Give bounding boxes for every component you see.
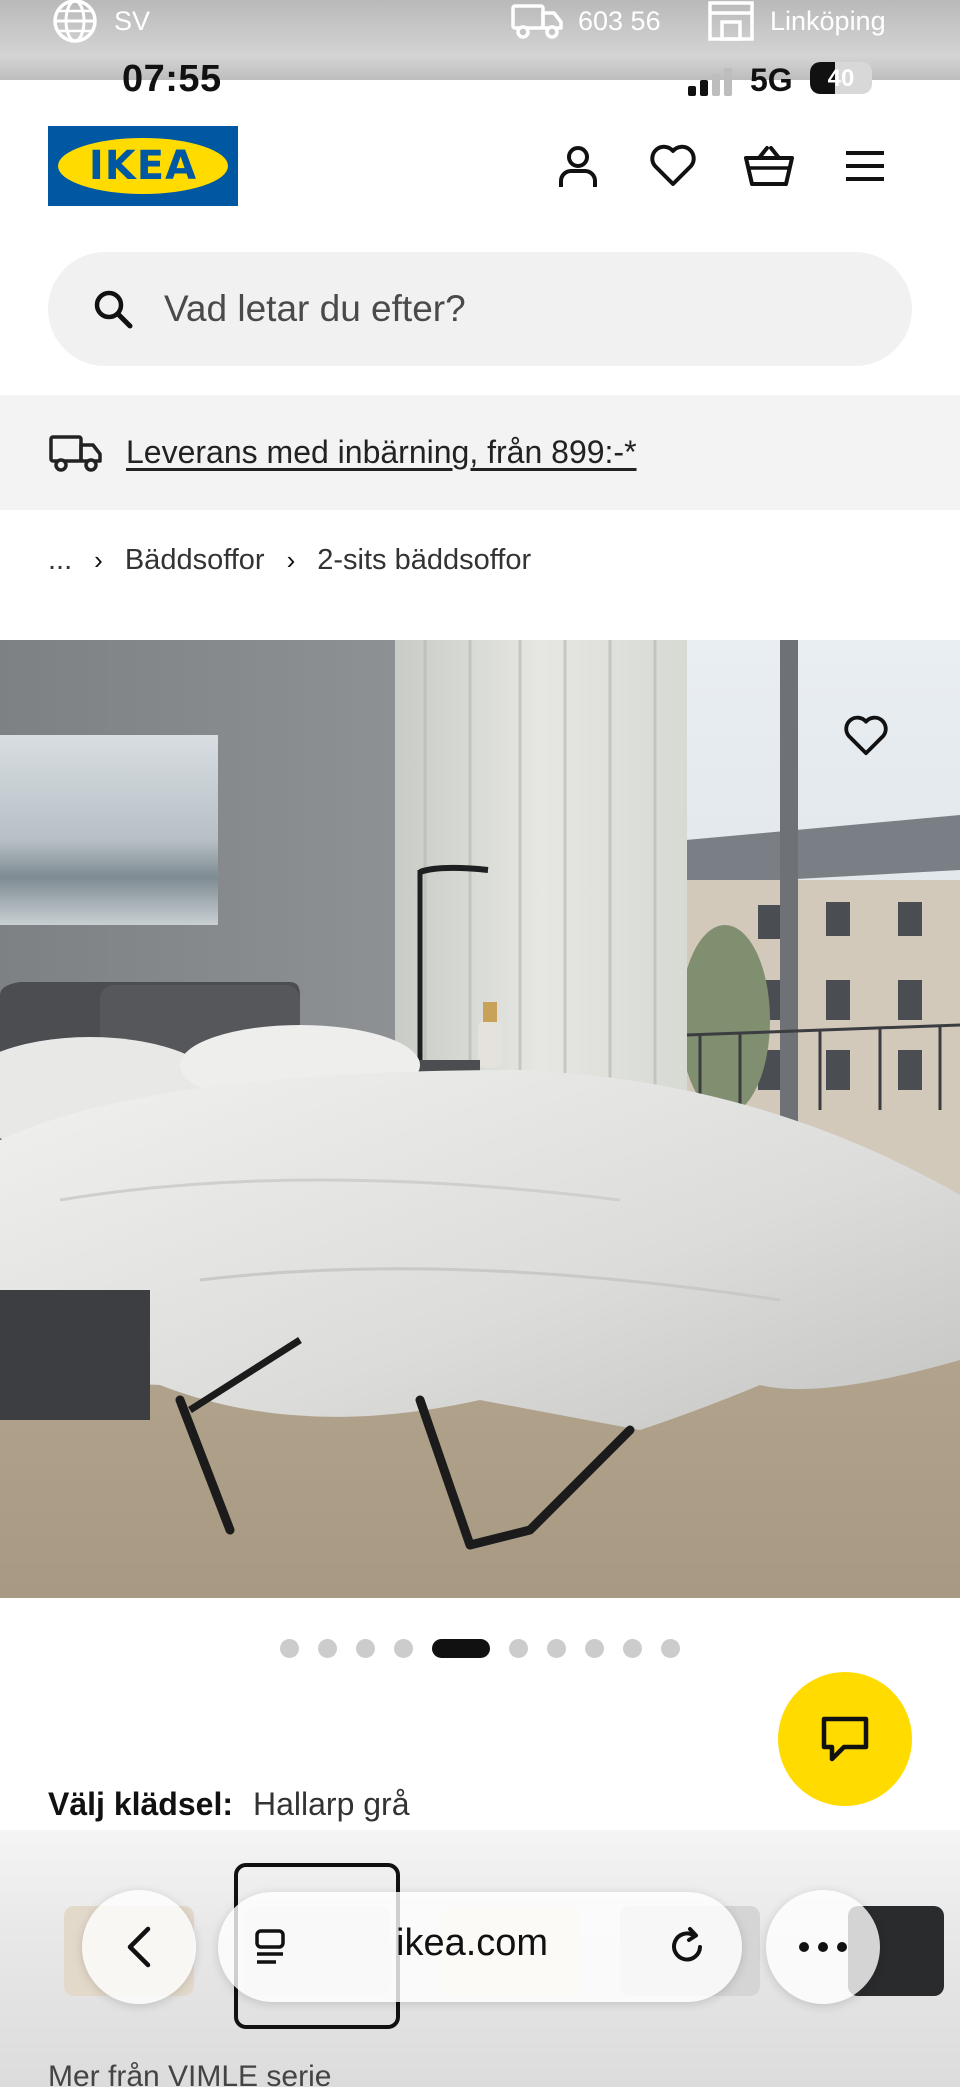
more-series-heading: Mer från VIMLE serie xyxy=(48,2060,332,2087)
browser-more-button[interactable] xyxy=(766,1890,880,2004)
carousel-dot[interactable] xyxy=(318,1638,337,1658)
user-icon xyxy=(559,146,597,187)
status-time: 07:55 xyxy=(122,58,222,100)
chevron-left-icon xyxy=(127,1926,151,1968)
search-icon xyxy=(94,290,133,329)
fabric-selection: Välj klädsel: Hallarp grå xyxy=(48,1786,410,1823)
carousel-dot[interactable] xyxy=(394,1638,413,1658)
delivery-link[interactable]: Leverans med inbärning, från 899:-* xyxy=(126,434,637,471)
signal-strength-icon xyxy=(688,66,736,96)
battery-icon: 40 xyxy=(810,62,872,94)
store-name: Linköping xyxy=(770,5,886,36)
cart-button[interactable] xyxy=(739,136,799,196)
carousel-dot-active[interactable] xyxy=(432,1638,490,1658)
carousel-dot[interactable] xyxy=(547,1638,566,1658)
battery-percent: 40 xyxy=(827,65,855,92)
postal-code-selector[interactable]: 603 56 xyxy=(510,0,661,42)
product-image[interactable] xyxy=(0,640,960,1598)
chevron-right-icon: › xyxy=(94,544,103,575)
logo-text: IKEA xyxy=(88,143,198,189)
search-bar[interactable]: Vad letar du efter? xyxy=(48,252,912,366)
carousel-dot[interactable] xyxy=(623,1638,642,1658)
carousel-dot[interactable] xyxy=(280,1638,299,1658)
heart-icon xyxy=(844,715,888,756)
heart-icon xyxy=(650,144,696,186)
breadcrumb-item-2-seat-sofa-beds[interactable]: 2-sits bäddsoffor xyxy=(317,544,531,577)
carousel-dot[interactable] xyxy=(509,1638,528,1658)
fabric-label: Välj klädsel: xyxy=(48,1786,233,1822)
chat-icon xyxy=(821,1716,869,1762)
tabs-icon xyxy=(255,1929,285,1964)
browser-address-bar[interactable]: ikea.com xyxy=(218,1892,742,2002)
sofa-bed-photo xyxy=(0,640,960,1598)
truck-icon xyxy=(511,4,563,39)
breadcrumb: ... › Bäddsoffor › 2-sits bäddsoffor xyxy=(48,540,531,580)
basket-icon xyxy=(744,146,794,186)
language-selector[interactable]: SV xyxy=(50,0,151,43)
search-input[interactable]: Vad letar du efter? xyxy=(164,288,466,330)
reload-icon[interactable] xyxy=(666,1926,708,1968)
globe-icon xyxy=(53,0,97,43)
browser-url-text[interactable]: ikea.com xyxy=(396,1922,548,1965)
network-type: 5G xyxy=(750,62,793,98)
ikea-logo[interactable]: IKEA xyxy=(48,126,238,206)
menu-icon xyxy=(846,151,884,181)
store-icon xyxy=(708,1,754,41)
carousel-dot[interactable] xyxy=(356,1638,375,1658)
browser-back-button[interactable] xyxy=(82,1890,196,2004)
delivery-banner[interactable]: Leverans med inbärning, från 899:-* xyxy=(0,395,960,510)
account-button[interactable] xyxy=(548,136,608,196)
status-bar: 07:55 5G 40 xyxy=(0,52,960,104)
favourites-button[interactable] xyxy=(643,136,703,196)
carousel-dot[interactable] xyxy=(661,1638,680,1658)
delivery-truck-icon xyxy=(49,434,102,472)
more-horizontal-icon xyxy=(799,1942,847,1952)
store-selector[interactable]: Linköping xyxy=(706,0,886,42)
carousel-dot[interactable] xyxy=(585,1638,604,1658)
chevron-right-icon: › xyxy=(286,544,296,575)
breadcrumb-ellipsis[interactable]: ... xyxy=(48,544,72,577)
postal-code: 603 56 xyxy=(578,5,661,36)
breadcrumb-item-sofa-beds[interactable]: Bäddsoffor xyxy=(125,544,265,577)
menu-button[interactable] xyxy=(835,136,895,196)
fabric-value: Hallarp grå xyxy=(252,1786,410,1822)
language-label: SV xyxy=(114,5,151,36)
carousel-indicator xyxy=(0,1636,960,1660)
chat-button[interactable] xyxy=(778,1672,912,1806)
image-favourite-button[interactable] xyxy=(836,708,896,764)
